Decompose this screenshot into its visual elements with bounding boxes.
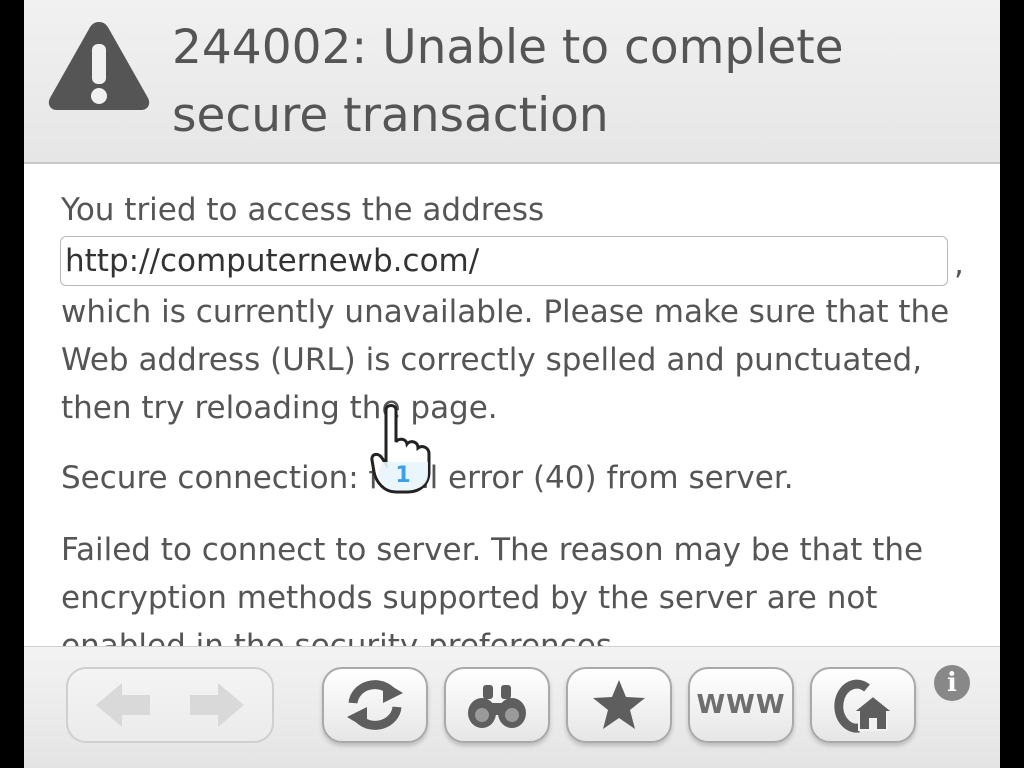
bottom-toolbar: WWW i — [24, 646, 1000, 768]
reload-button[interactable] — [322, 667, 428, 743]
home-button[interactable] — [810, 667, 916, 743]
failed-text: Failed to connect to server. The reason … — [61, 532, 924, 646]
browser-frame: 244002: Unable to complete secure transa… — [24, 0, 1000, 768]
binoculars-icon — [468, 685, 526, 728]
unavailable-text: which is currently unavailable. Please m… — [61, 294, 950, 426]
hand-pointer-cursor: 1 — [370, 404, 431, 494]
star-icon — [593, 680, 645, 729]
favorites-button[interactable] — [566, 667, 672, 743]
back-arrow-icon — [96, 683, 244, 727]
info-icon[interactable]: i — [934, 665, 970, 701]
warning-icon — [48, 22, 150, 110]
error-content[interactable]: You tried to access the address http://c… — [24, 164, 1000, 646]
url-field[interactable]: http://computernewb.com/ — [60, 236, 948, 286]
page-title: 244002: Unable to complete secure transa… — [172, 20, 844, 143]
player-number-label: 1 — [395, 463, 410, 488]
www-icon: WWW — [696, 690, 786, 720]
back-forward-button[interactable] — [66, 667, 274, 743]
forward-arrow-icon — [190, 683, 244, 727]
url-comma: , — [954, 246, 964, 282]
reload-icon — [347, 680, 403, 730]
intro-text: You tried to access the address — [61, 192, 545, 228]
secure-error-text: Secure connection: fatal error (40) from… — [61, 460, 794, 496]
search-button[interactable] — [444, 667, 550, 743]
error-header: 244002: Unable to complete secure transa… — [24, 0, 1000, 164]
home-icon — [834, 679, 895, 733]
www-button[interactable]: WWW — [688, 667, 794, 743]
